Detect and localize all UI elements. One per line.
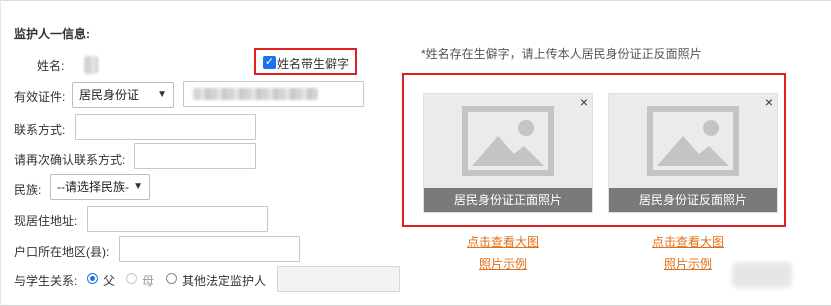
hukou-input[interactable] — [119, 236, 300, 262]
top-border — [0, 0, 831, 1]
rare-char-label[interactable]: 姓名带生僻字 — [277, 55, 349, 72]
close-icon[interactable]: × — [765, 94, 773, 110]
id-back-caption: 居民身份证反面照片 — [609, 188, 777, 212]
id-front-upload[interactable]: × 居民身份证正面照片 — [423, 93, 593, 213]
id-back-upload[interactable]: × 居民身份证反面照片 — [608, 93, 778, 213]
watermark-logo — [732, 262, 792, 288]
id-front-view-link[interactable]: 点击查看大图 — [467, 233, 539, 250]
id-front-caption: 居民身份证正面照片 — [424, 188, 592, 212]
id-type-selected: 居民身份证 — [79, 88, 140, 102]
address-input[interactable] — [87, 206, 268, 232]
relation-other-label[interactable]: 其他法定监护人 — [182, 272, 266, 289]
id-front-example-link[interactable]: 照片示例 — [479, 255, 527, 272]
ethnicity-label: 民族: — [14, 183, 42, 197]
contact-input[interactable] — [75, 114, 256, 140]
name-value-blurred — [84, 56, 98, 74]
image-placeholder-icon — [647, 106, 739, 176]
relation-other-input[interactable] — [277, 266, 400, 292]
relation-radio-mother[interactable] — [126, 273, 137, 284]
ethnicity-selected: --请选择民族- — [57, 180, 129, 194]
relation-radio-father[interactable] — [87, 273, 98, 284]
hukou-label: 户口所在地区(县): — [14, 245, 110, 259]
id-doc-label: 有效证件: — [14, 90, 66, 104]
relation-father-label[interactable]: 父 — [103, 272, 115, 289]
id-back-example-link[interactable]: 照片示例 — [664, 255, 712, 272]
confirm-contact-input[interactable] — [134, 143, 256, 169]
relation-label: 与学生关系: — [14, 274, 78, 288]
left-border — [0, 0, 1, 306]
relation-radio-other[interactable] — [166, 273, 177, 284]
close-icon[interactable]: × — [580, 94, 588, 110]
contact-label: 联系方式: — [14, 123, 66, 137]
chevron-down-icon: ▼ — [133, 181, 143, 192]
address-label: 现居住地址: — [14, 214, 78, 228]
confirm-contact-label: 请再次确认联系方式: — [14, 153, 126, 167]
id-type-select[interactable]: 居民身份证 ▼ — [72, 82, 174, 108]
relation-mother-label[interactable]: 母 — [142, 272, 154, 289]
image-placeholder-icon — [462, 106, 554, 176]
id-back-view-link[interactable]: 点击查看大图 — [652, 233, 724, 250]
rare-char-hint: *姓名存在生僻字，请上传本人居民身份证正反面照片 — [421, 47, 702, 61]
ethnicity-select[interactable]: --请选择民族- ▼ — [50, 174, 150, 200]
rare-char-checkbox[interactable]: ✓ — [263, 56, 276, 69]
section-title: 监护人一信息: — [14, 27, 90, 41]
id-number-value-blurred — [193, 88, 318, 100]
chevron-down-icon: ▼ — [157, 89, 167, 100]
name-label: 姓名: — [37, 59, 65, 73]
